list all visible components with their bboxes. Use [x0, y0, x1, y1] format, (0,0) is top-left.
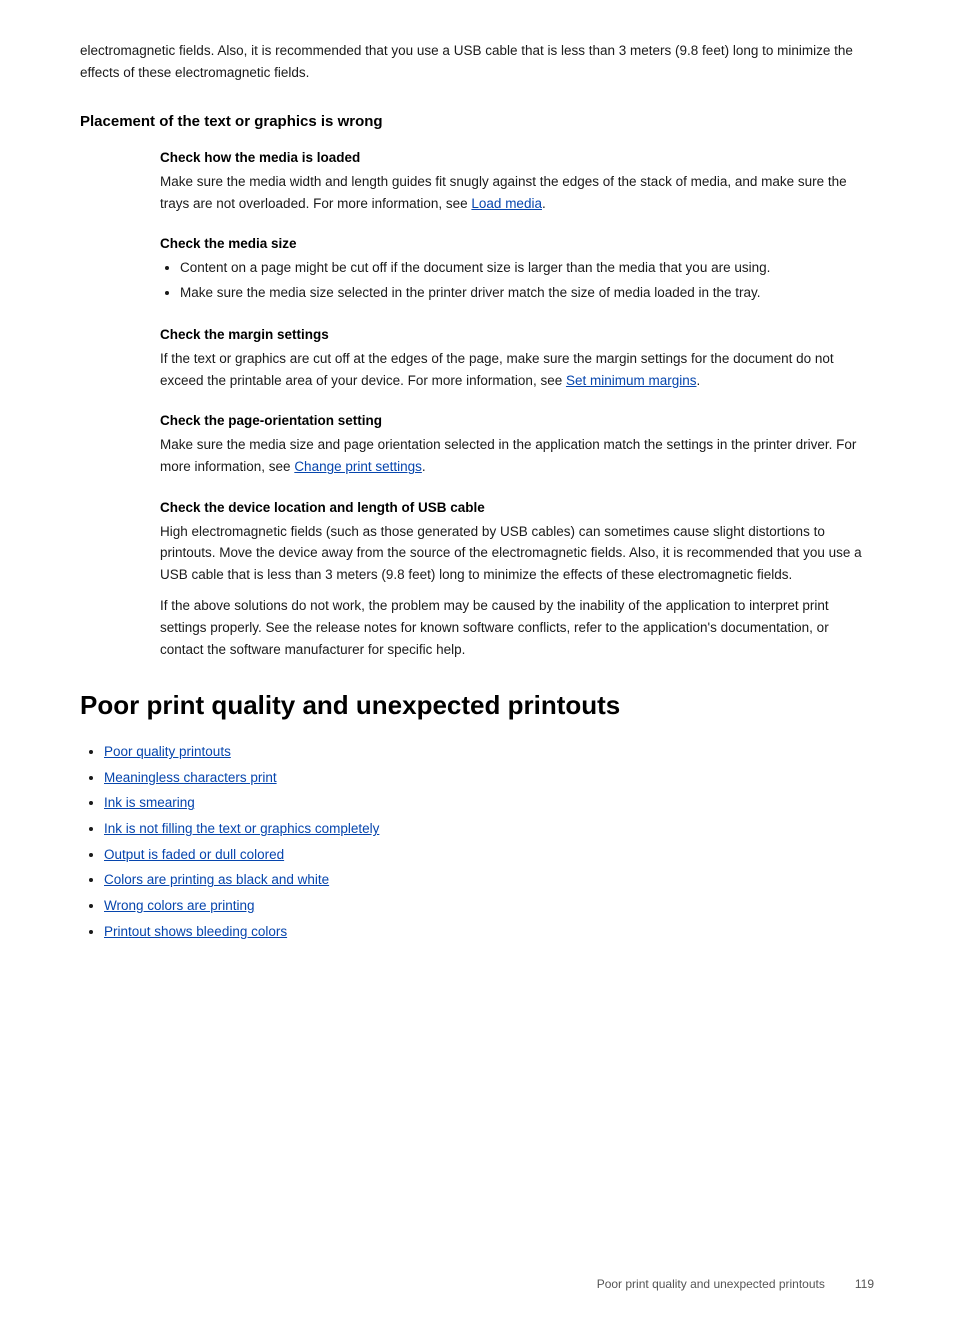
subsection-check-device-location-heading: Check the device location and length of …	[160, 500, 874, 515]
subsection-check-device-location-body1: High electromagnetic fields (such as tho…	[160, 521, 874, 586]
subsection-check-page-orientation-heading: Check the page-orientation setting	[160, 413, 874, 428]
list-item: Colors are printing as black and white	[104, 867, 874, 893]
subsection-check-device-location-body2: If the above solutions do not work, the …	[160, 595, 874, 660]
subsection-check-margin-settings: Check the margin settings If the text or…	[80, 327, 874, 391]
section1-heading: Placement of the text or graphics is wro…	[80, 113, 874, 130]
meaningless-characters-link[interactable]: Meaningless characters print	[104, 770, 277, 785]
subsection-check-media-loaded-body: Make sure the media width and length gui…	[160, 171, 874, 214]
subsection-check-media-size: Check the media size Content on a page m…	[80, 236, 874, 305]
subsection-check-media-loaded: Check how the media is loaded Make sure …	[80, 150, 874, 214]
page: electromagnetic fields. Also, it is reco…	[0, 0, 954, 1321]
output-faded-link[interactable]: Output is faded or dull colored	[104, 847, 284, 862]
load-media-link[interactable]: Load media	[471, 196, 542, 211]
poor-quality-printouts-link[interactable]: Poor quality printouts	[104, 744, 231, 759]
list-item: Printout shows bleeding colors	[104, 919, 874, 945]
list-item: Ink is smearing	[104, 790, 874, 816]
subsection-check-media-loaded-heading: Check how the media is loaded	[160, 150, 874, 165]
page-footer: Poor print quality and unexpected printo…	[597, 1277, 874, 1291]
list-item: Output is faded or dull colored	[104, 842, 874, 868]
subsection-check-media-size-heading: Check the media size	[160, 236, 874, 251]
set-minimum-margins-link[interactable]: Set minimum margins	[566, 373, 697, 388]
change-print-settings-link[interactable]: Change print settings	[294, 459, 422, 474]
section2-heading: Poor print quality and unexpected printo…	[80, 690, 874, 721]
footer-label: Poor print quality and unexpected printo…	[597, 1277, 825, 1291]
footer-page-number: 119	[855, 1277, 874, 1291]
media-size-bullet-list: Content on a page might be cut off if th…	[160, 257, 874, 305]
colors-black-white-link[interactable]: Colors are printing as black and white	[104, 872, 329, 887]
section2-link-list: Poor quality printouts Meaningless chara…	[80, 739, 874, 944]
subsection-check-page-orientation: Check the page-orientation setting Make …	[80, 413, 874, 477]
subsection-check-device-location: Check the device location and length of …	[80, 500, 874, 661]
wrong-colors-link[interactable]: Wrong colors are printing	[104, 898, 255, 913]
subsection-check-margin-settings-heading: Check the margin settings	[160, 327, 874, 342]
ink-not-filling-link[interactable]: Ink is not filling the text or graphics …	[104, 821, 379, 836]
list-item: Wrong colors are printing	[104, 893, 874, 919]
list-item: Poor quality printouts	[104, 739, 874, 765]
subsection-check-page-orientation-body: Make sure the media size and page orient…	[160, 434, 874, 477]
ink-smearing-link[interactable]: Ink is smearing	[104, 795, 195, 810]
list-item: Content on a page might be cut off if th…	[180, 257, 874, 280]
list-item: Meaningless characters print	[104, 765, 874, 791]
bleeding-colors-link[interactable]: Printout shows bleeding colors	[104, 924, 287, 939]
list-item: Make sure the media size selected in the…	[180, 282, 874, 305]
list-item: Ink is not filling the text or graphics …	[104, 816, 874, 842]
intro-paragraph: electromagnetic fields. Also, it is reco…	[80, 40, 874, 83]
subsection-check-margin-settings-body: If the text or graphics are cut off at t…	[160, 348, 874, 391]
